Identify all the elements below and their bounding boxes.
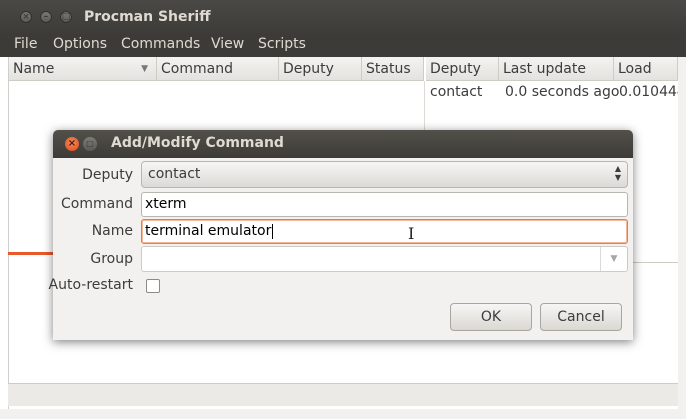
name-label: Name bbox=[91, 223, 133, 239]
deputy-select[interactable]: contact ▲ ▼ bbox=[141, 161, 628, 188]
close-window-icon[interactable]: × bbox=[20, 11, 32, 23]
column-header-command[interactable]: Command bbox=[157, 57, 279, 81]
ibeam-cursor-icon: I bbox=[408, 224, 415, 243]
name-input[interactable]: terminal emulator bbox=[141, 219, 628, 244]
name-input-value: terminal emulator bbox=[145, 223, 272, 239]
window-title: Procman Sheriff bbox=[84, 9, 211, 25]
deputies-header-deputy[interactable]: Deputy bbox=[426, 57, 499, 81]
menu-file[interactable]: File bbox=[14, 36, 37, 52]
dialog-maximize-icon[interactable]: □ bbox=[83, 137, 97, 151]
sort-down-icon: ▼ bbox=[141, 64, 148, 74]
dialog-close-icon[interactable]: × bbox=[65, 137, 79, 151]
deputy-row-name[interactable]: contact bbox=[430, 84, 482, 100]
column-header-name-label: Name bbox=[13, 61, 55, 77]
add-modify-command-dialog: × □ Add/Modify Command Deputy contact ▲ ▼… bbox=[49, 130, 633, 340]
dropdown-arrow-icon[interactable]: ▼ bbox=[600, 247, 627, 271]
main-titlebar: × – □ Procman Sheriff bbox=[0, 0, 686, 35]
window-edge bbox=[678, 57, 686, 409]
dialog-title: Add/Modify Command bbox=[111, 135, 284, 151]
command-input[interactable]: xterm bbox=[141, 192, 628, 217]
dialog-titlebar[interactable]: × □ Add/Modify Command bbox=[53, 130, 633, 158]
command-input-value: xterm bbox=[145, 196, 187, 212]
command-label: Command bbox=[61, 196, 133, 212]
column-header-status[interactable]: Status bbox=[362, 57, 424, 81]
deputy-row-load[interactable]: 0.010444 bbox=[619, 84, 678, 100]
status-bar bbox=[8, 383, 686, 406]
auto-restart-label: Auto-restart bbox=[48, 277, 134, 293]
updown-arrows-icon: ▲ ▼ bbox=[614, 164, 621, 182]
deputies-header-load[interactable]: Load bbox=[614, 57, 678, 81]
menu-commands[interactable]: Commands bbox=[121, 36, 200, 52]
menu-scripts[interactable]: Scripts bbox=[258, 36, 306, 52]
menubar: File Options Commands View Scripts bbox=[0, 35, 686, 57]
group-combo-input[interactable]: ▼ bbox=[141, 246, 628, 272]
deputy-select-value: contact bbox=[148, 166, 201, 182]
minimize-window-icon[interactable]: – bbox=[40, 11, 52, 23]
ok-button[interactable]: OK bbox=[450, 303, 532, 331]
cancel-button[interactable]: Cancel bbox=[540, 303, 622, 331]
maximize-window-icon[interactable]: □ bbox=[60, 11, 72, 23]
text-cursor bbox=[272, 223, 274, 239]
menu-view[interactable]: View bbox=[211, 36, 244, 52]
auto-restart-checkbox[interactable] bbox=[146, 279, 160, 293]
deputy-row-last-update[interactable]: 0.0 seconds ago bbox=[505, 84, 619, 100]
menu-options[interactable]: Options bbox=[53, 36, 107, 52]
group-label: Group bbox=[90, 251, 133, 267]
window-bottom-edge bbox=[0, 409, 686, 419]
column-header-name[interactable]: Name ▼ bbox=[9, 57, 157, 81]
pane-separator-highlight[interactable] bbox=[8, 252, 54, 255]
group-combo-value bbox=[142, 251, 146, 267]
deputies-header-last-update[interactable]: Last update bbox=[499, 57, 614, 81]
column-header-deputy[interactable]: Deputy bbox=[279, 57, 362, 81]
deputy-label: Deputy bbox=[82, 167, 133, 183]
